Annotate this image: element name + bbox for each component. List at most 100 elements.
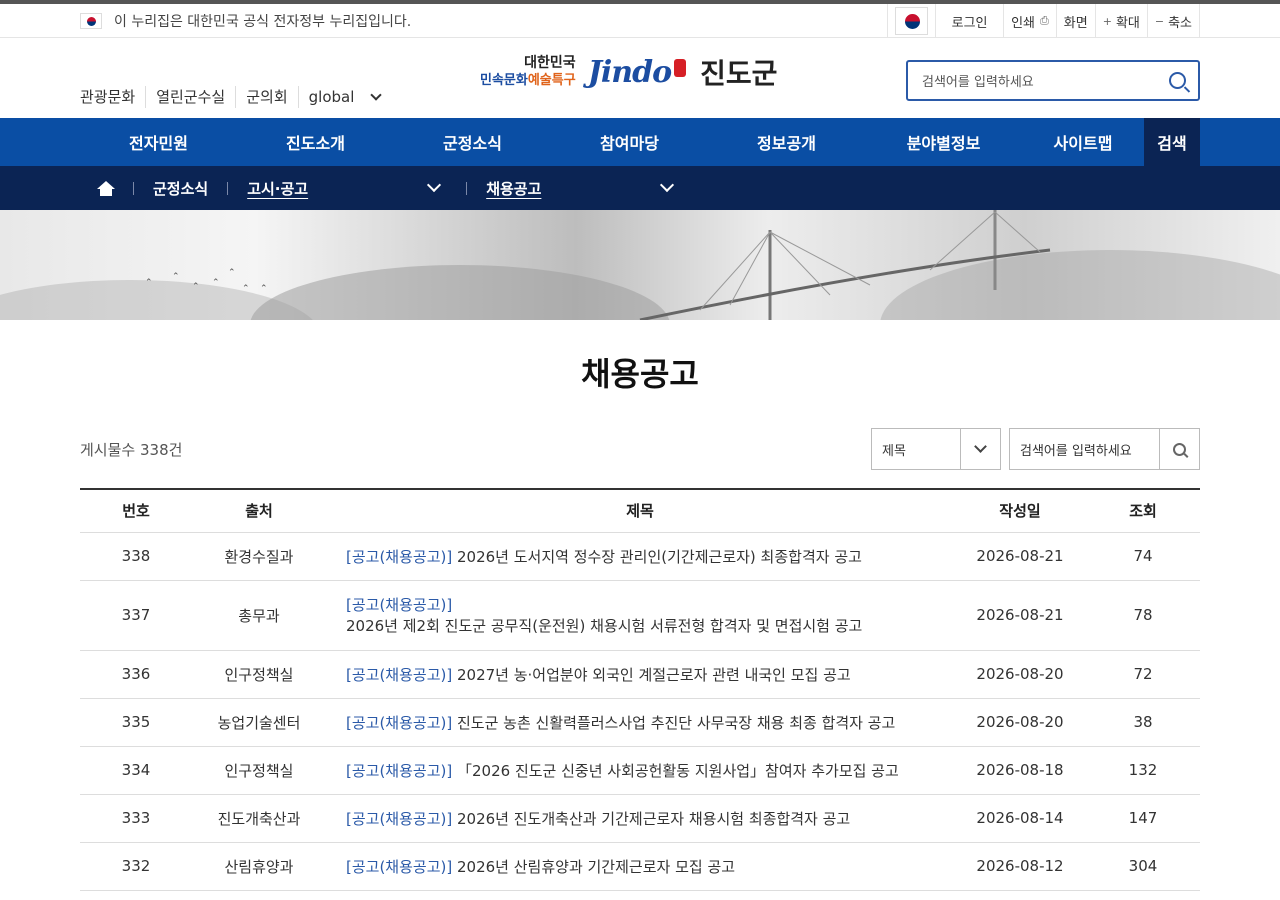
row-views: 304 bbox=[1086, 842, 1200, 891]
main-nav: 전자민원 진도소개 군정소식 참여마당 정보공개 분야별정보 사이트맵 검색 bbox=[0, 118, 1280, 166]
row-title-link[interactable]: 2027년 농·어업분야 외국인 계절근로자 관련 내국인 모집 공고 bbox=[457, 666, 851, 684]
chevron-down-icon[interactable] bbox=[660, 177, 675, 193]
util-link-mayor[interactable]: 열린군수실 bbox=[145, 86, 235, 108]
nav-item-field[interactable]: 분야별정보 bbox=[865, 118, 1022, 166]
row-title-link[interactable]: 2026년 제2회 진도군 공무직(운전원) 채용시험 서류전형 합격자 및 면… bbox=[346, 617, 862, 635]
table-row[interactable]: 334 인구정책실 [공고(채용공고)] 「2026 진도군 신중년 사회공헌활… bbox=[80, 746, 1200, 795]
row-title-link[interactable]: 진도군 농촌 신활력플러스사업 추진단 사무국장 채용 최종 합격자 공고 bbox=[457, 714, 895, 732]
row-category: [공고(채용공고)] bbox=[346, 596, 453, 614]
bridge-illustration bbox=[639, 210, 1051, 320]
nav-item-participation[interactable]: 참여마당 bbox=[551, 118, 708, 166]
row-dept: 진도개축산과 bbox=[192, 794, 326, 843]
row-date: 2026-08-21 bbox=[954, 532, 1086, 581]
zoom-out-button[interactable]: − 축소 bbox=[1146, 4, 1200, 38]
nav-item-civil[interactable]: 전자민원 bbox=[80, 118, 237, 166]
site-logo[interactable]: 대한민국 민속문화예술특구 Jindo 진도군 bbox=[480, 52, 777, 92]
util-link-tourism[interactable]: 관광문화 bbox=[80, 86, 145, 108]
row-title-link[interactable]: 2026년 산림휴양과 기간제근로자 모집 공고 bbox=[457, 858, 735, 876]
login-link[interactable]: 로그인 bbox=[935, 4, 1003, 38]
table-row[interactable]: 332 산림휴양과 [공고(채용공고)] 2026년 산림휴양과 기간제근로자 … bbox=[80, 842, 1200, 891]
row-category: [공고(채용공고)] bbox=[346, 809, 453, 828]
row-title-link[interactable]: 2026년 진도개축산과 기간제근로자 채용시험 최종합격자 공고 bbox=[457, 810, 850, 828]
table-row[interactable]: 336 인구정책실 [공고(채용공고)] 2027년 농·어업분야 외국인 계절… bbox=[80, 650, 1200, 699]
row-category: [공고(채용공고)] bbox=[346, 857, 453, 876]
row-no: 334 bbox=[80, 746, 192, 795]
row-dept: 인구정책실 bbox=[192, 650, 326, 699]
table-row[interactable]: 337 총무과 [공고(채용공고)] 2026년 제2회 진도군 공무직(운전원)… bbox=[80, 580, 1200, 651]
nav-item-sitemap[interactable]: 사이트맵 bbox=[1022, 118, 1144, 166]
breadcrumb-level3[interactable]: 채용공고 bbox=[486, 178, 662, 199]
board-search-input[interactable]: 검색어를 입력하세요 bbox=[1009, 428, 1200, 470]
row-dept: 산림휴양과 bbox=[192, 842, 326, 891]
table-row[interactable]: 335 농업기술센터 [공고(채용공고)] 진도군 농촌 신활력플러스사업 추진… bbox=[80, 698, 1200, 747]
search-icon[interactable] bbox=[1169, 72, 1186, 89]
divider bbox=[227, 181, 229, 195]
post-count-value: 338건 bbox=[139, 440, 183, 459]
util-link-global[interactable]: global bbox=[297, 86, 391, 108]
chevron-down-icon bbox=[370, 89, 383, 101]
search-field-select[interactable]: 제목 bbox=[871, 428, 1001, 470]
bird-icon: ⌃ bbox=[172, 272, 180, 282]
row-dept: 총무과 bbox=[192, 580, 326, 651]
logo-line2a: 민속문화 bbox=[480, 73, 528, 88]
board-table: 번호 출처 제목 작성일 조회 338 환경수질과 [공고(채용공고)] 202… bbox=[80, 488, 1200, 891]
bird-icon: ⌃ bbox=[145, 278, 153, 288]
chevron-down-icon bbox=[974, 440, 987, 453]
divider bbox=[466, 181, 468, 195]
zoom-in-label: 확대 bbox=[1115, 15, 1140, 31]
print-button[interactable]: 인쇄 ⎙ bbox=[1003, 4, 1056, 38]
gov-banner: 이 누리집은 대한민국 공식 전자정부 누리집입니다. 로그인 인쇄 ⎙ 화면 +… bbox=[0, 4, 1280, 38]
list-filters: 제목 검색어를 입력하세요 bbox=[871, 428, 1200, 470]
row-title-link[interactable]: 「2026 진도군 신중년 사회공헌활동 지원사업」참여자 추가모집 공고 bbox=[457, 762, 899, 780]
nav-item-news[interactable]: 군정소식 bbox=[394, 118, 551, 166]
zoom-in-button[interactable]: + 확대 bbox=[1094, 4, 1147, 38]
row-title-cell[interactable]: [공고(채용공고)] 2027년 농·어업분야 외국인 계절근로자 관련 내국인… bbox=[326, 650, 954, 699]
gov-flag-box bbox=[887, 4, 935, 38]
board-search-button[interactable] bbox=[1159, 429, 1199, 469]
logo-brand: Jindo bbox=[587, 54, 672, 90]
row-title-cell[interactable]: [공고(채용공고)] 2026년 도서지역 정수장 관리인(기간제근로자) 최종… bbox=[326, 532, 954, 581]
col-views: 조회 bbox=[1086, 489, 1200, 533]
chevron-down-icon[interactable] bbox=[427, 177, 442, 193]
col-date: 작성일 bbox=[954, 489, 1086, 533]
board-search-placeholder: 검색어를 입력하세요 bbox=[1020, 443, 1132, 459]
bird-icon: ⌃ bbox=[212, 278, 220, 288]
row-category: [공고(채용공고)] bbox=[346, 761, 453, 780]
site-search-input[interactable]: 검색어를 입력하세요 bbox=[906, 60, 1200, 101]
logo-line2b: 예술특구 bbox=[527, 73, 576, 88]
print-label: 인쇄 bbox=[1011, 15, 1035, 31]
korea-flag-icon bbox=[80, 13, 102, 29]
row-date: 2026-08-21 bbox=[954, 580, 1086, 651]
row-title-cell[interactable]: [공고(채용공고)] 2026년 진도개축산과 기간제근로자 채용시험 최종합격… bbox=[326, 794, 954, 843]
util-links: 관광문화 열린군수실 군의회 global bbox=[80, 86, 390, 108]
breadcrumb-level2[interactable]: 고시·공고 bbox=[247, 178, 429, 199]
row-views: 132 bbox=[1086, 746, 1200, 795]
list-toolbar: 게시물수 338건 제목 검색어를 입력하세요 bbox=[80, 428, 1200, 470]
nav-item-about[interactable]: 진도소개 bbox=[237, 118, 394, 166]
col-title: 제목 bbox=[326, 489, 954, 533]
breadcrumb-level1[interactable]: 군정소식 bbox=[153, 178, 208, 199]
site-header: 관광문화 열린군수실 군의회 global 대한민국 민속문화예술특구 Jind… bbox=[0, 38, 1280, 118]
nav-item-info[interactable]: 정보공개 bbox=[708, 118, 865, 166]
table-header-row: 번호 출처 제목 작성일 조회 bbox=[80, 489, 1200, 533]
bird-icon: ⌃ bbox=[228, 268, 236, 278]
row-category: [공고(채용공고)] bbox=[346, 713, 453, 732]
table-row[interactable]: 338 환경수질과 [공고(채용공고)] 2026년 도서지역 정수장 관리인(… bbox=[80, 532, 1200, 581]
row-no: 335 bbox=[80, 698, 192, 747]
row-title-cell[interactable]: [공고(채용공고)] 진도군 농촌 신활력플러스사업 추진단 사무국장 채용 최… bbox=[326, 698, 954, 747]
breadcrumb: 군정소식 고시·공고 채용공고 bbox=[0, 166, 1280, 210]
col-no: 번호 bbox=[80, 489, 192, 533]
row-category: [공고(채용공고)] bbox=[346, 547, 453, 566]
nav-item-search[interactable]: 검색 bbox=[1144, 118, 1200, 166]
row-date: 2026-08-12 bbox=[954, 842, 1086, 891]
row-title-link[interactable]: 2026년 도서지역 정수장 관리인(기간제근로자) 최종합격자 공고 bbox=[457, 548, 862, 566]
row-no: 336 bbox=[80, 650, 192, 699]
util-link-council[interactable]: 군의회 bbox=[235, 86, 297, 108]
select-arrow bbox=[960, 429, 1000, 469]
table-row[interactable]: 333 진도개축산과 [공고(채용공고)] 2026년 진도개축산과 기간제근로… bbox=[80, 794, 1200, 843]
row-title-cell[interactable]: [공고(채용공고)] 2026년 제2회 진도군 공무직(운전원) 채용시험 서류… bbox=[326, 580, 954, 651]
home-icon[interactable] bbox=[97, 180, 115, 196]
post-count-label: 게시물수 bbox=[80, 440, 136, 459]
row-title-cell[interactable]: [공고(채용공고)] 「2026 진도군 신중년 사회공헌활동 지원사업」참여자… bbox=[326, 746, 954, 795]
row-title-cell[interactable]: [공고(채용공고)] 2026년 산림휴양과 기간제근로자 모집 공고 bbox=[326, 842, 954, 891]
